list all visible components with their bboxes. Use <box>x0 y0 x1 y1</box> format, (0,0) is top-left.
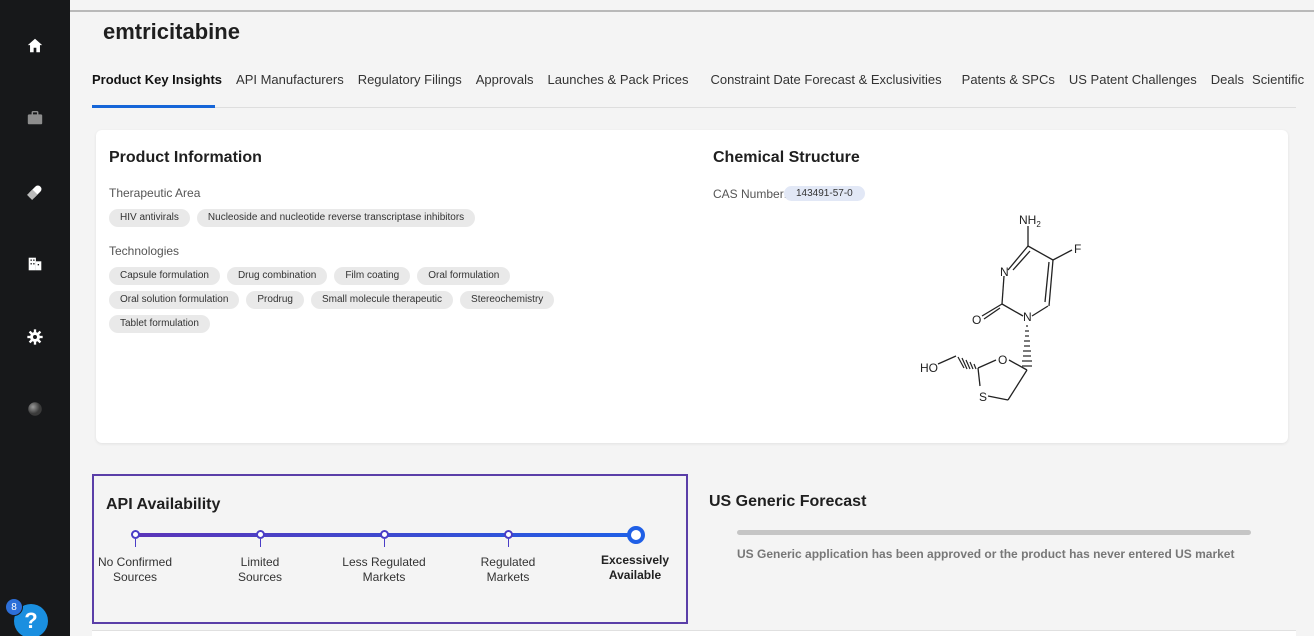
technology-chip: Film coating <box>334 267 411 285</box>
forecast-message: US Generic application has been approved… <box>737 547 1235 561</box>
atom-s: S <box>979 390 987 404</box>
atom-n: N <box>1000 265 1009 279</box>
tab-us-patent-challenges[interactable]: US Patent Challenges <box>1069 72 1197 96</box>
home-icon[interactable] <box>24 35 46 57</box>
technology-chip: Capsule formulation <box>109 267 220 285</box>
tab-deals[interactable]: Deals <box>1211 72 1244 96</box>
product-info-card: Product Information Therapeutic Area HIV… <box>96 130 1288 443</box>
atom-n: N <box>1023 310 1032 324</box>
sidebar <box>0 0 70 636</box>
technology-chip: Oral solution formulation <box>109 291 240 309</box>
availability-step-node[interactable] <box>256 530 265 539</box>
technology-chips-row: Tablet formulation <box>109 315 217 333</box>
tab-api-manufacturers[interactable]: API Manufacturers <box>236 72 344 96</box>
chemical-structure-image: NH2 F N N O O S HO <box>920 213 1081 404</box>
technology-chip: Drug combination <box>226 267 328 285</box>
api-availability-panel: API Availability No Confirmed Sources Lim… <box>92 474 688 624</box>
availability-step-label: Less Regulated Markets <box>342 555 426 584</box>
technology-chip: Prodrug <box>246 291 304 309</box>
atom-o: O <box>972 313 981 327</box>
availability-step-label: Regulated Markets <box>480 555 536 584</box>
cas-number-chip: 143491-57-0 <box>784 186 865 201</box>
chemical-structure-title: Chemical Structure <box>713 149 860 166</box>
api-availability-title: API Availability <box>106 496 221 513</box>
active-tab-indicator <box>92 105 215 108</box>
therapeutic-chips: HIV antivirals Nucleoside and nucleotide… <box>109 209 482 227</box>
therapeutic-chip: HIV antivirals <box>109 209 190 227</box>
availability-step-label: Limited Sources <box>237 555 283 584</box>
forecast-bar <box>737 530 1251 535</box>
technology-chip: Oral formulation <box>417 267 511 285</box>
tabs-divider <box>92 107 1296 108</box>
availability-step-node[interactable] <box>131 530 140 539</box>
globe-icon[interactable] <box>24 398 46 420</box>
technologies-label: Technologies <box>109 244 180 258</box>
product-information-title: Product Information <box>109 149 262 166</box>
technology-chip: Small molecule therapeutic <box>310 291 454 309</box>
step-tick <box>135 539 136 547</box>
availability-step-label: No Confirmed Sources <box>97 555 173 584</box>
tab-patents-spcs[interactable]: Patents & SPCs <box>962 72 1055 96</box>
technology-chips-row: Oral solution formulation Prodrug Small … <box>109 291 561 309</box>
step-tick <box>384 539 385 547</box>
page-title: emtricitabine <box>103 19 240 44</box>
technology-chip: Stereochemistry <box>460 291 555 309</box>
help-badge: 8 <box>5 598 23 616</box>
building-icon[interactable] <box>24 253 46 275</box>
us-generic-forecast-title: US Generic Forecast <box>709 493 867 510</box>
next-card <box>92 630 1296 636</box>
cas-number-label: CAS Number: <box>713 187 788 201</box>
therapeutic-chip: Nucleoside and nucleotide reverse transc… <box>196 209 476 227</box>
top-divider <box>70 10 1314 12</box>
pill-icon[interactable] <box>24 181 46 203</box>
tab-scientific[interactable]: Scientific <box>1252 72 1304 96</box>
step-tick <box>260 539 261 547</box>
therapeutic-area-label: Therapeutic Area <box>109 186 201 200</box>
atom-nh2: NH2 <box>1019 213 1041 229</box>
availability-step-label-selected: Excessively Available <box>600 553 670 582</box>
tab-launches-pack-prices[interactable]: Launches & Pack Prices <box>548 72 689 96</box>
tab-approvals[interactable]: Approvals <box>476 72 534 96</box>
tab-product-key-insights[interactable]: Product Key Insights <box>92 72 222 96</box>
step-tick <box>508 539 509 547</box>
technology-chip: Tablet formulation <box>109 315 210 333</box>
atom-f: F <box>1074 242 1081 256</box>
availability-selected-node[interactable] <box>627 526 645 544</box>
availability-step-node[interactable] <box>380 530 389 539</box>
gear-icon[interactable] <box>24 326 46 348</box>
atom-o: O <box>998 353 1007 367</box>
technology-chips-row: Capsule formulation Drug combination Fil… <box>109 267 517 285</box>
atom-ho: HO <box>920 361 938 375</box>
tab-bar: Product Key Insights API Manufacturers R… <box>92 72 1314 96</box>
availability-step-node[interactable] <box>504 530 513 539</box>
tab-regulatory-filings[interactable]: Regulatory Filings <box>358 72 462 96</box>
tab-constraint-date-forecast[interactable]: Constraint Date Forecast & Exclusivities <box>710 72 941 96</box>
briefcase-icon[interactable] <box>24 107 46 129</box>
